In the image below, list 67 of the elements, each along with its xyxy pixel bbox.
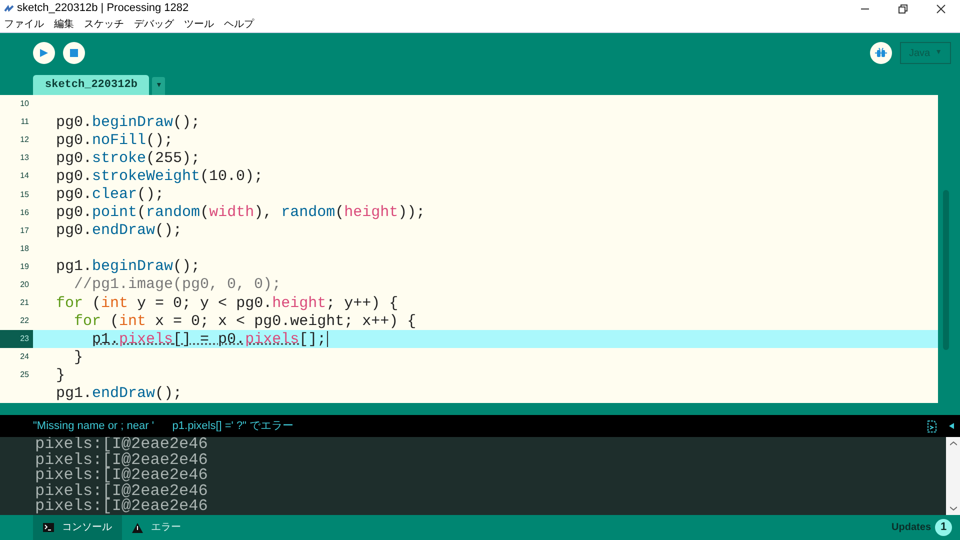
line-number: 15	[20, 188, 29, 201]
line-number: 23	[20, 333, 29, 346]
scroll-down-icon[interactable]	[950, 506, 956, 511]
text-cursor	[327, 331, 328, 348]
code-line[interactable]: pg0.beginDraw();	[56, 114, 200, 131]
update-count-badge[interactable]: 1	[935, 519, 952, 536]
code-line[interactable]: pg0.stroke(255);	[56, 150, 200, 167]
collapse-icon[interactable]	[949, 423, 954, 429]
menu-item[interactable]: 編集	[54, 20, 74, 30]
code-editor[interactable]	[0, 95, 938, 403]
error-message: "Missing name or ; near ' p1.pixels[] =' ?" でエラー	[33, 418, 294, 434]
app-icon	[4, 4, 14, 14]
bug-icon	[874, 47, 887, 59]
menu-item[interactable]: スケッチ	[84, 20, 124, 30]
terminal-icon	[43, 523, 54, 532]
line-number: 13	[20, 152, 29, 164]
line-number: 17	[20, 224, 29, 237]
code-line[interactable]: for (int y = 0; y < pg0.height; y++) {	[56, 294, 398, 312]
window-title: sketch_220312b | Processing 1282	[17, 3, 189, 14]
line-number: 14	[20, 170, 29, 182]
menu-item[interactable]: ファイル	[4, 20, 44, 30]
code-line[interactable]: pg0.noFill();	[56, 132, 174, 149]
line-number: 24	[20, 351, 29, 364]
copy-icon[interactable]	[927, 420, 937, 432]
debug-button[interactable]	[870, 42, 892, 64]
play-icon	[40, 49, 48, 57]
run-button[interactable]	[33, 42, 55, 64]
code-line[interactable]: }	[56, 348, 84, 366]
menu-item[interactable]: ツール	[184, 20, 214, 30]
code-line[interactable]: pg0.strokeWeight(10.0);	[56, 168, 264, 185]
code-line[interactable]: pg0.point(random(width), random(height));	[56, 204, 426, 222]
file-tab[interactable]: sketch_220312b	[33, 75, 150, 95]
line-number: 18	[20, 242, 29, 255]
code-line[interactable]: pg0.clear();	[56, 186, 164, 204]
code-line[interactable]: p1.pixels[] = p0.pixels[];	[56, 330, 326, 348]
console-line: pixels:[I@2eae2e46	[35, 484, 209, 499]
code-line[interactable]: pg1.beginDraw();	[56, 258, 200, 276]
code-line[interactable]: pg0.endDraw();	[56, 222, 182, 240]
line-number: 16	[20, 206, 29, 219]
console-line: pixels:[I@2eae2e46	[35, 452, 209, 468]
line-number: 20	[20, 278, 29, 291]
menu-item[interactable]: デバッグ	[134, 20, 174, 30]
console-line: pixels:[I@2eae2e46	[35, 499, 209, 514]
warning-icon	[132, 522, 143, 532]
line-number: 21	[20, 297, 29, 310]
panel-tab[interactable]: コンソール	[33, 515, 122, 540]
updates-label: Updates	[892, 521, 931, 535]
panel-tab[interactable]: エラー	[122, 515, 191, 540]
line-number: 12	[20, 134, 29, 146]
scrollbar-thumb[interactable]	[943, 190, 949, 350]
stop-icon	[70, 49, 78, 57]
line-number: 19	[20, 260, 29, 273]
scroll-up-icon[interactable]	[950, 441, 956, 446]
console-line: pixels:[I@2eae2e46	[35, 468, 209, 484]
line-number: 10	[20, 98, 29, 110]
menu-item[interactable]: ヘルプ	[224, 20, 254, 30]
close-icon[interactable]	[936, 4, 946, 14]
code-line[interactable]: pg1.endDraw();	[56, 385, 182, 402]
code-line[interactable]: //pg1.image(pg0, 0, 0);	[56, 276, 282, 294]
restore-icon[interactable]	[898, 4, 908, 14]
line-number: 22	[20, 315, 29, 328]
console-scrollbar[interactable]	[946, 437, 960, 515]
code-line[interactable]: for (int x = 0; x < pg0.weight; x++) {	[56, 312, 416, 330]
line-number: 25	[20, 369, 29, 382]
code-line[interactable]: }	[56, 366, 66, 384]
line-number: 11	[20, 116, 29, 128]
stop-button[interactable]	[63, 42, 85, 64]
